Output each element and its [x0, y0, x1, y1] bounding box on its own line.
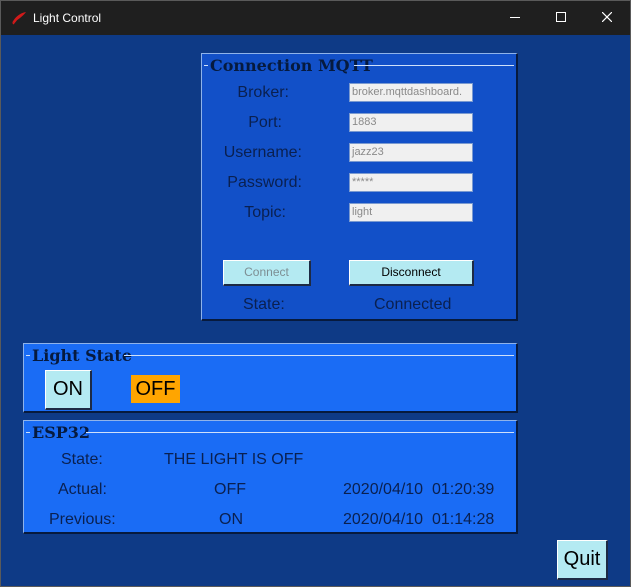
- esp32-legend: ESP32: [30, 423, 93, 442]
- light-state-panel: Light State ON OFF: [23, 343, 518, 413]
- window-title: Light Control: [33, 11, 102, 25]
- topic-label: Topic:: [244, 204, 286, 221]
- password-label: Password:: [227, 174, 302, 191]
- actual-value: OFF: [214, 481, 246, 498]
- on-button[interactable]: ON: [45, 370, 92, 410]
- username-label: Username:: [223, 144, 302, 161]
- username-field[interactable]: jazz23: [349, 143, 473, 162]
- close-button[interactable]: [584, 1, 630, 35]
- connection-state-value: Connected: [374, 296, 452, 313]
- minimize-button[interactable]: [492, 1, 538, 35]
- previous-label: Previous:: [49, 511, 116, 528]
- connection-state-label: State:: [243, 296, 285, 313]
- previous-date: 2020/04/10: [343, 511, 424, 528]
- maximize-button[interactable]: [538, 1, 584, 35]
- previous-time: 01:14:28: [432, 511, 495, 528]
- maximize-icon: [556, 9, 566, 27]
- minimize-icon: [510, 9, 520, 27]
- mqtt-legend: Connection MQTT: [208, 56, 375, 75]
- password-field[interactable]: *****: [349, 173, 473, 192]
- actual-time: 01:20:39: [432, 481, 495, 498]
- port-label: Port:: [248, 114, 282, 131]
- tk-feather-icon: [11, 11, 27, 25]
- mqtt-connection-panel: Connection MQTT Broker: broker.mqttdashb…: [201, 53, 518, 321]
- broker-label: Broker:: [237, 84, 289, 101]
- quit-button[interactable]: Quit: [557, 540, 608, 580]
- title-bar[interactable]: Light Control: [1, 1, 630, 35]
- close-icon: [601, 9, 613, 27]
- disconnect-button[interactable]: Disconnect: [349, 260, 474, 286]
- port-field[interactable]: 1883: [349, 113, 473, 132]
- esp32-state-label: State:: [61, 451, 103, 468]
- esp32-panel: ESP32 State: THE LIGHT IS OFF Actual: OF…: [23, 420, 518, 534]
- off-indicator: OFF: [131, 375, 180, 403]
- topic-field[interactable]: light: [349, 203, 473, 222]
- app-window: Light Control Connection MQTT Broker: br…: [0, 0, 631, 587]
- connect-button[interactable]: Connect: [223, 260, 311, 286]
- previous-value: ON: [219, 511, 243, 528]
- light-state-legend: Light State: [30, 346, 134, 365]
- actual-label: Actual:: [58, 481, 107, 498]
- esp32-state-value: THE LIGHT IS OFF: [164, 451, 304, 468]
- actual-date: 2020/04/10: [343, 481, 424, 498]
- broker-field[interactable]: broker.mqttdashboard.: [349, 83, 473, 102]
